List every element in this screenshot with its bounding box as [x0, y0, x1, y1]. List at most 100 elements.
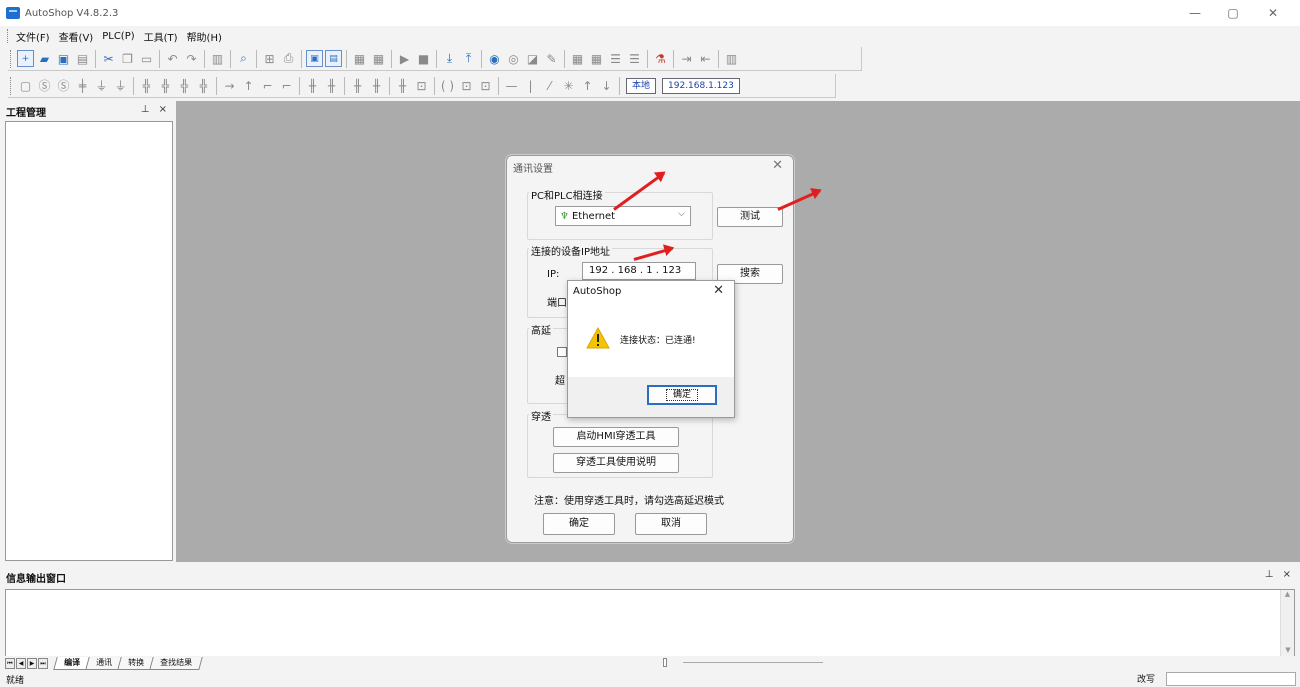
redo-icon[interactable]: ↷ — [183, 50, 200, 67]
new-file-icon[interactable]: + — [17, 50, 34, 67]
vline-icon[interactable]: | — [522, 77, 539, 94]
window-icon[interactable]: ▣ — [306, 50, 323, 67]
output-hscroll[interactable] — [663, 658, 825, 667]
next-tab-icon[interactable]: ▶ — [27, 657, 37, 669]
ip-address-input[interactable]: 192 . 168 . 1 . 123 — [582, 262, 696, 280]
monitor-off-icon[interactable]: ◎ — [505, 50, 522, 67]
vertical-line-icon[interactable]: ↑ — [240, 77, 257, 94]
monitor-icon[interactable]: ◉ — [486, 50, 503, 67]
nc-contact-icon[interactable]: ╫ — [323, 77, 340, 94]
menu-view[interactable]: 查看(V) — [59, 29, 94, 44]
panel-icon[interactable]: ▥ — [723, 50, 740, 67]
menu-plc[interactable]: PLC(P) — [102, 31, 134, 42]
find-icon[interactable]: ⌕ — [235, 50, 252, 67]
write-icon[interactable]: ◪ — [524, 50, 541, 67]
ladder-mode-icon[interactable]: ▢ — [17, 77, 34, 94]
table-edit-icon[interactable]: ▦ — [588, 50, 605, 67]
branch-end-icon[interactable]: ⌐ — [278, 77, 295, 94]
rise-contact-icon[interactable]: ╫ — [349, 77, 366, 94]
dialog-ok-button[interactable]: 确定 — [543, 513, 615, 535]
table-icon[interactable]: ▦ — [569, 50, 586, 67]
start-hmi-tool-button[interactable]: 启动HMI穿透工具 — [553, 427, 679, 447]
align-icon[interactable]: ☰ — [607, 50, 624, 67]
fall-contact-icon[interactable]: ╫ — [368, 77, 385, 94]
pin-close-icon[interactable]: ⊥ × — [141, 104, 170, 115]
menu-file[interactable]: 文件(F) — [16, 29, 50, 44]
network-icon[interactable]: ⊞ — [261, 50, 278, 67]
project-panel-title: 工程管理 — [6, 107, 46, 119]
prev-tab-icon[interactable]: ◀ — [16, 657, 26, 669]
open-folder-icon[interactable]: ▰ — [36, 50, 53, 67]
delete-vline-icon[interactable]: ✳ — [560, 77, 577, 94]
copy-icon[interactable]: ❐ — [119, 50, 136, 67]
function-block-icon[interactable]: ⊡ — [413, 77, 430, 94]
menu-tools[interactable]: 工具(T) — [144, 29, 178, 44]
ip-address-button[interactable]: 192.168.1.123 — [662, 77, 740, 94]
scroll-up-icon[interactable]: ▲ — [1281, 590, 1294, 598]
cut-icon[interactable]: ✂ — [100, 50, 117, 67]
dialog-close-icon[interactable]: ✕ — [772, 158, 783, 173]
tool-guide-button[interactable]: 穿透工具使用说明 — [553, 453, 679, 473]
no-contact-icon[interactable]: ╫ — [304, 77, 321, 94]
message-close-icon[interactable]: ✕ — [713, 283, 724, 298]
coil-icon[interactable]: ( ) — [439, 77, 456, 94]
align-alt-icon[interactable]: ☰ — [626, 50, 643, 67]
parallel-rise-icon[interactable]: ╬ — [176, 77, 193, 94]
contact-no-icon[interactable]: ╪ — [74, 77, 91, 94]
undo-icon[interactable]: ↶ — [164, 50, 181, 67]
dialog-cancel-button[interactable]: 取消 — [635, 513, 707, 535]
run-icon[interactable]: ▶ — [396, 50, 413, 67]
local-button[interactable]: 本地 — [626, 77, 657, 94]
login-icon[interactable]: ⇥ — [678, 50, 695, 67]
st-mode-icon[interactable]: Ⓢ — [55, 77, 72, 94]
test-icon[interactable]: ⚗ — [652, 50, 669, 67]
save-icon[interactable]: ▣ — [55, 50, 72, 67]
app-logo-icon — [6, 7, 20, 19]
compile-all-icon[interactable]: ▦ — [370, 50, 387, 67]
toolbar-separator — [216, 76, 217, 95]
upload-icon[interactable]: ⤒ — [460, 50, 477, 67]
edit-icon[interactable]: ✎ — [543, 50, 560, 67]
output-scrollbar[interactable]: ▲ ▼ — [1280, 590, 1294, 656]
instruction-icon[interactable]: ⊡ — [458, 77, 475, 94]
window-list-icon[interactable]: ▤ — [325, 50, 342, 67]
minimize-button[interactable]: — — [1180, 4, 1210, 22]
parallel-nc-icon[interactable]: ╬ — [157, 77, 174, 94]
menu-help[interactable]: 帮助(H) — [187, 29, 222, 44]
scroll-down-icon[interactable]: ▼ — [1281, 646, 1295, 654]
hscroll-thumb[interactable] — [663, 658, 667, 667]
output-text-area[interactable]: ▲ ▼ — [5, 589, 1295, 657]
rising-edge-icon[interactable]: ⏚ — [93, 77, 110, 94]
project-tree[interactable] — [5, 121, 173, 561]
paste-icon[interactable]: ▭ — [138, 50, 155, 67]
test-button[interactable]: 测试 — [717, 207, 783, 227]
printer-icon[interactable]: ⎙ — [280, 50, 297, 67]
maximize-button[interactable]: ▢ — [1218, 4, 1248, 22]
delete-hline-icon[interactable]: ⁄ — [541, 77, 558, 94]
parallel-fall-icon[interactable]: ╬ — [195, 77, 212, 94]
close-button[interactable]: ✕ — [1258, 4, 1288, 22]
instruction-alt-icon[interactable]: ⊡ — [477, 77, 494, 94]
up-arrow-icon[interactable]: ↑ — [579, 77, 596, 94]
falling-edge-icon[interactable]: ⏚ — [112, 77, 129, 94]
message-ok-button[interactable]: 确定 — [647, 385, 717, 405]
connection-type-select[interactable]: ♆ Ethernet ⌵ — [555, 206, 691, 226]
parallel-contact-icon[interactable]: ╬ — [138, 77, 155, 94]
invert-icon[interactable]: ╫ — [394, 77, 411, 94]
hline-icon[interactable]: — — [503, 77, 520, 94]
tab-search-results[interactable]: 查找结果 — [149, 656, 203, 670]
print-icon[interactable]: ▤ — [74, 50, 91, 67]
download-icon[interactable]: ⤓ — [441, 50, 458, 67]
first-tab-icon[interactable]: ⏮ — [5, 657, 15, 669]
logout-icon[interactable]: ⇤ — [697, 50, 714, 67]
delete-icon[interactable]: ▥ — [209, 50, 226, 67]
compile-icon[interactable]: ▦ — [351, 50, 368, 67]
down-arrow-icon[interactable]: ↓ — [598, 77, 615, 94]
last-tab-icon[interactable]: ⏭ — [38, 657, 48, 669]
branch-icon[interactable]: ⌐ — [259, 77, 276, 94]
stop-icon[interactable]: ■ — [415, 50, 432, 67]
horizontal-line-icon[interactable]: → — [221, 77, 238, 94]
high-latency-checkbox[interactable] — [557, 347, 567, 357]
sfc-mode-icon[interactable]: Ⓢ — [36, 77, 53, 94]
output-pin-close-icon[interactable]: ⊥ × — [1265, 569, 1294, 580]
